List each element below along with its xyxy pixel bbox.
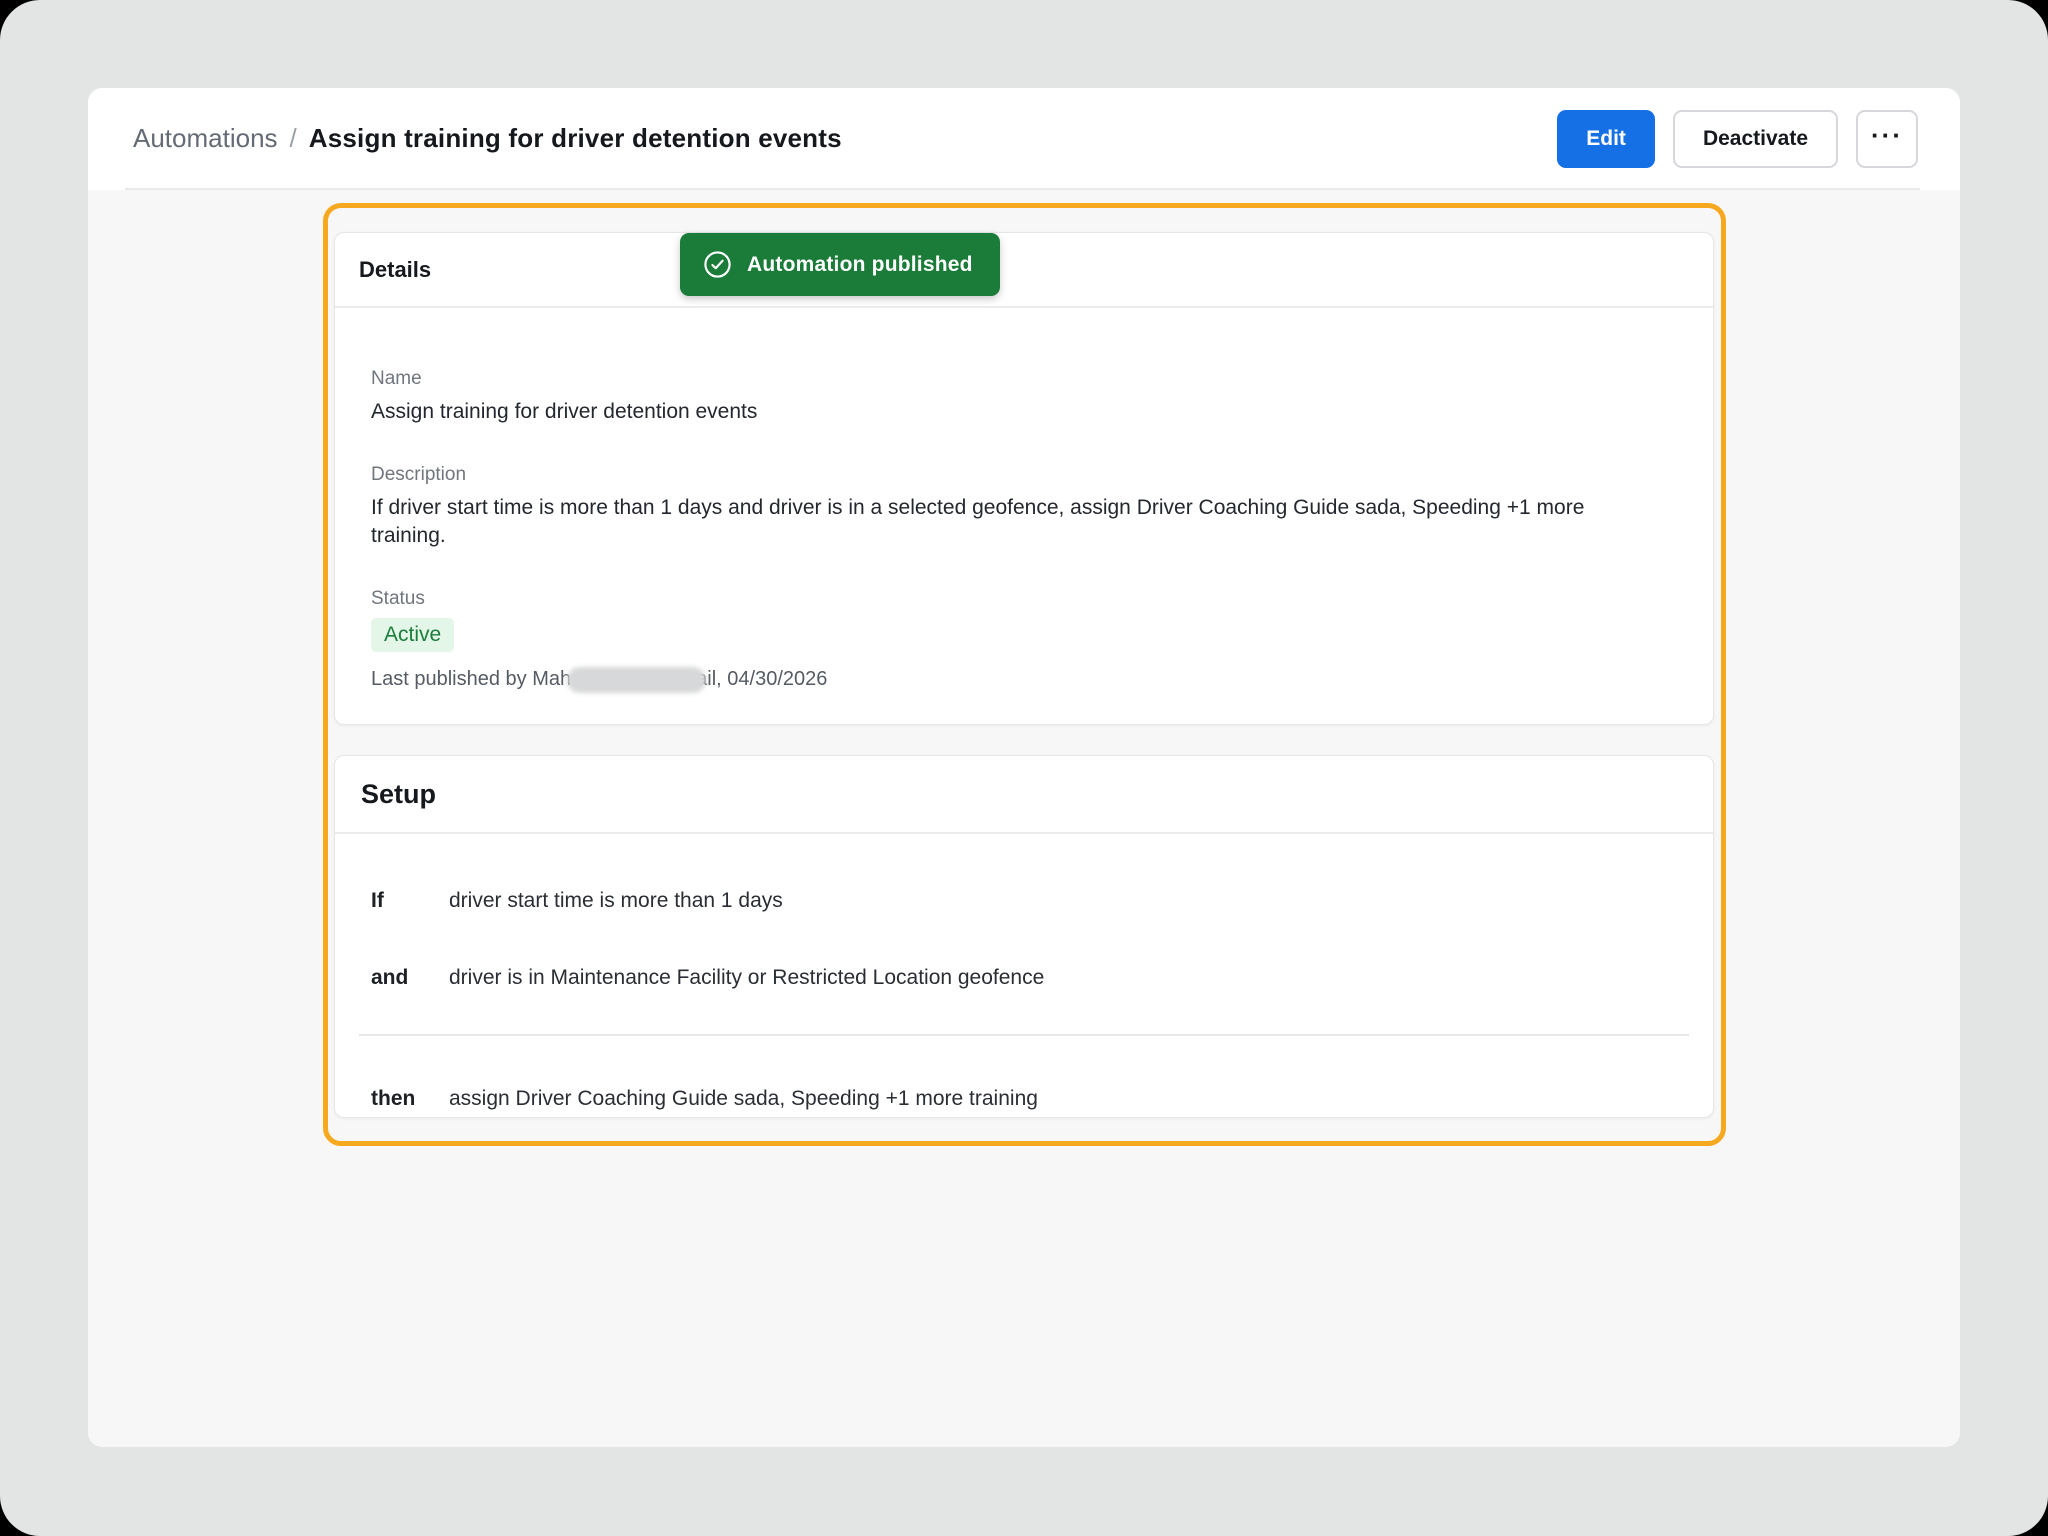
rule-row-then: then assign Driver Coaching Guide sada, … — [335, 1087, 1713, 1111]
setup-card-title: Setup — [361, 779, 436, 810]
edit-button[interactable]: Edit — [1557, 110, 1655, 168]
breadcrumb: Automations / Assign training for driver… — [133, 88, 842, 188]
status-badge: Active — [371, 618, 454, 652]
rule-text-if: driver start time is more than 1 days — [449, 889, 783, 913]
description-field: Description If driver start time is more… — [371, 464, 1677, 550]
rule-keyword-and: and — [371, 966, 449, 990]
rule-text-and: driver is in Maintenance Facility or Res… — [449, 966, 1044, 990]
screen: Automations / Assign training for driver… — [0, 0, 2048, 1536]
name-field: Name Assign training for driver detentio… — [371, 368, 1677, 426]
rule-divider — [359, 1034, 1689, 1036]
rule-text-then: assign Driver Coaching Guide sada, Speed… — [449, 1087, 1038, 1111]
header-divider — [125, 188, 1920, 190]
last-published-suffix: ail, 04/30/2026 — [696, 668, 827, 691]
toast-message: Automation published — [747, 253, 973, 277]
deactivate-button[interactable]: Deactivate — [1673, 110, 1838, 168]
description-label: Description — [371, 464, 1677, 486]
setup-card-header: Setup — [335, 756, 1713, 834]
redacted-publisher-name — [567, 667, 706, 693]
last-published-prefix: Last published by Mah — [371, 668, 571, 691]
rule-row-if: If driver start time is more than 1 days — [335, 889, 1713, 913]
name-label: Name — [371, 368, 1677, 390]
page-title: Assign training for driver detention eve… — [309, 123, 842, 154]
details-card-body: Name Assign training for driver detentio… — [335, 308, 1713, 693]
more-options-button[interactable]: ··· — [1856, 110, 1918, 168]
breadcrumb-automations-link[interactable]: Automations — [133, 123, 278, 154]
status-field: Status Active Last published by Mah ail,… — [371, 588, 1677, 693]
details-card: Details Name Assign training for driver … — [334, 232, 1714, 725]
description-value: If driver start time is more than 1 days… — [371, 494, 1661, 550]
rule-keyword-then: then — [371, 1087, 449, 1111]
check-circle-icon — [703, 250, 732, 279]
app-window: Automations / Assign training for driver… — [88, 88, 1960, 1447]
details-card-header: Details — [335, 233, 1713, 308]
rule-row-and: and driver is in Maintenance Facility or… — [335, 966, 1713, 990]
page-header: Automations / Assign training for driver… — [88, 88, 1960, 190]
header-actions: Edit Deactivate ··· — [1557, 109, 1918, 169]
rule-keyword-if: If — [371, 889, 449, 913]
breadcrumb-separator: / — [290, 123, 297, 154]
name-value: Assign training for driver detention eve… — [371, 398, 1661, 426]
setup-card: Setup If driver start time is more than … — [334, 755, 1714, 1118]
last-published-line: Last published by Mah ail, 04/30/2026 — [371, 667, 1677, 693]
details-card-title: Details — [359, 257, 431, 283]
setup-card-body: If driver start time is more than 1 days… — [335, 889, 1713, 1111]
status-label: Status — [371, 588, 1677, 610]
toast-automation-published: Automation published — [680, 233, 1000, 296]
